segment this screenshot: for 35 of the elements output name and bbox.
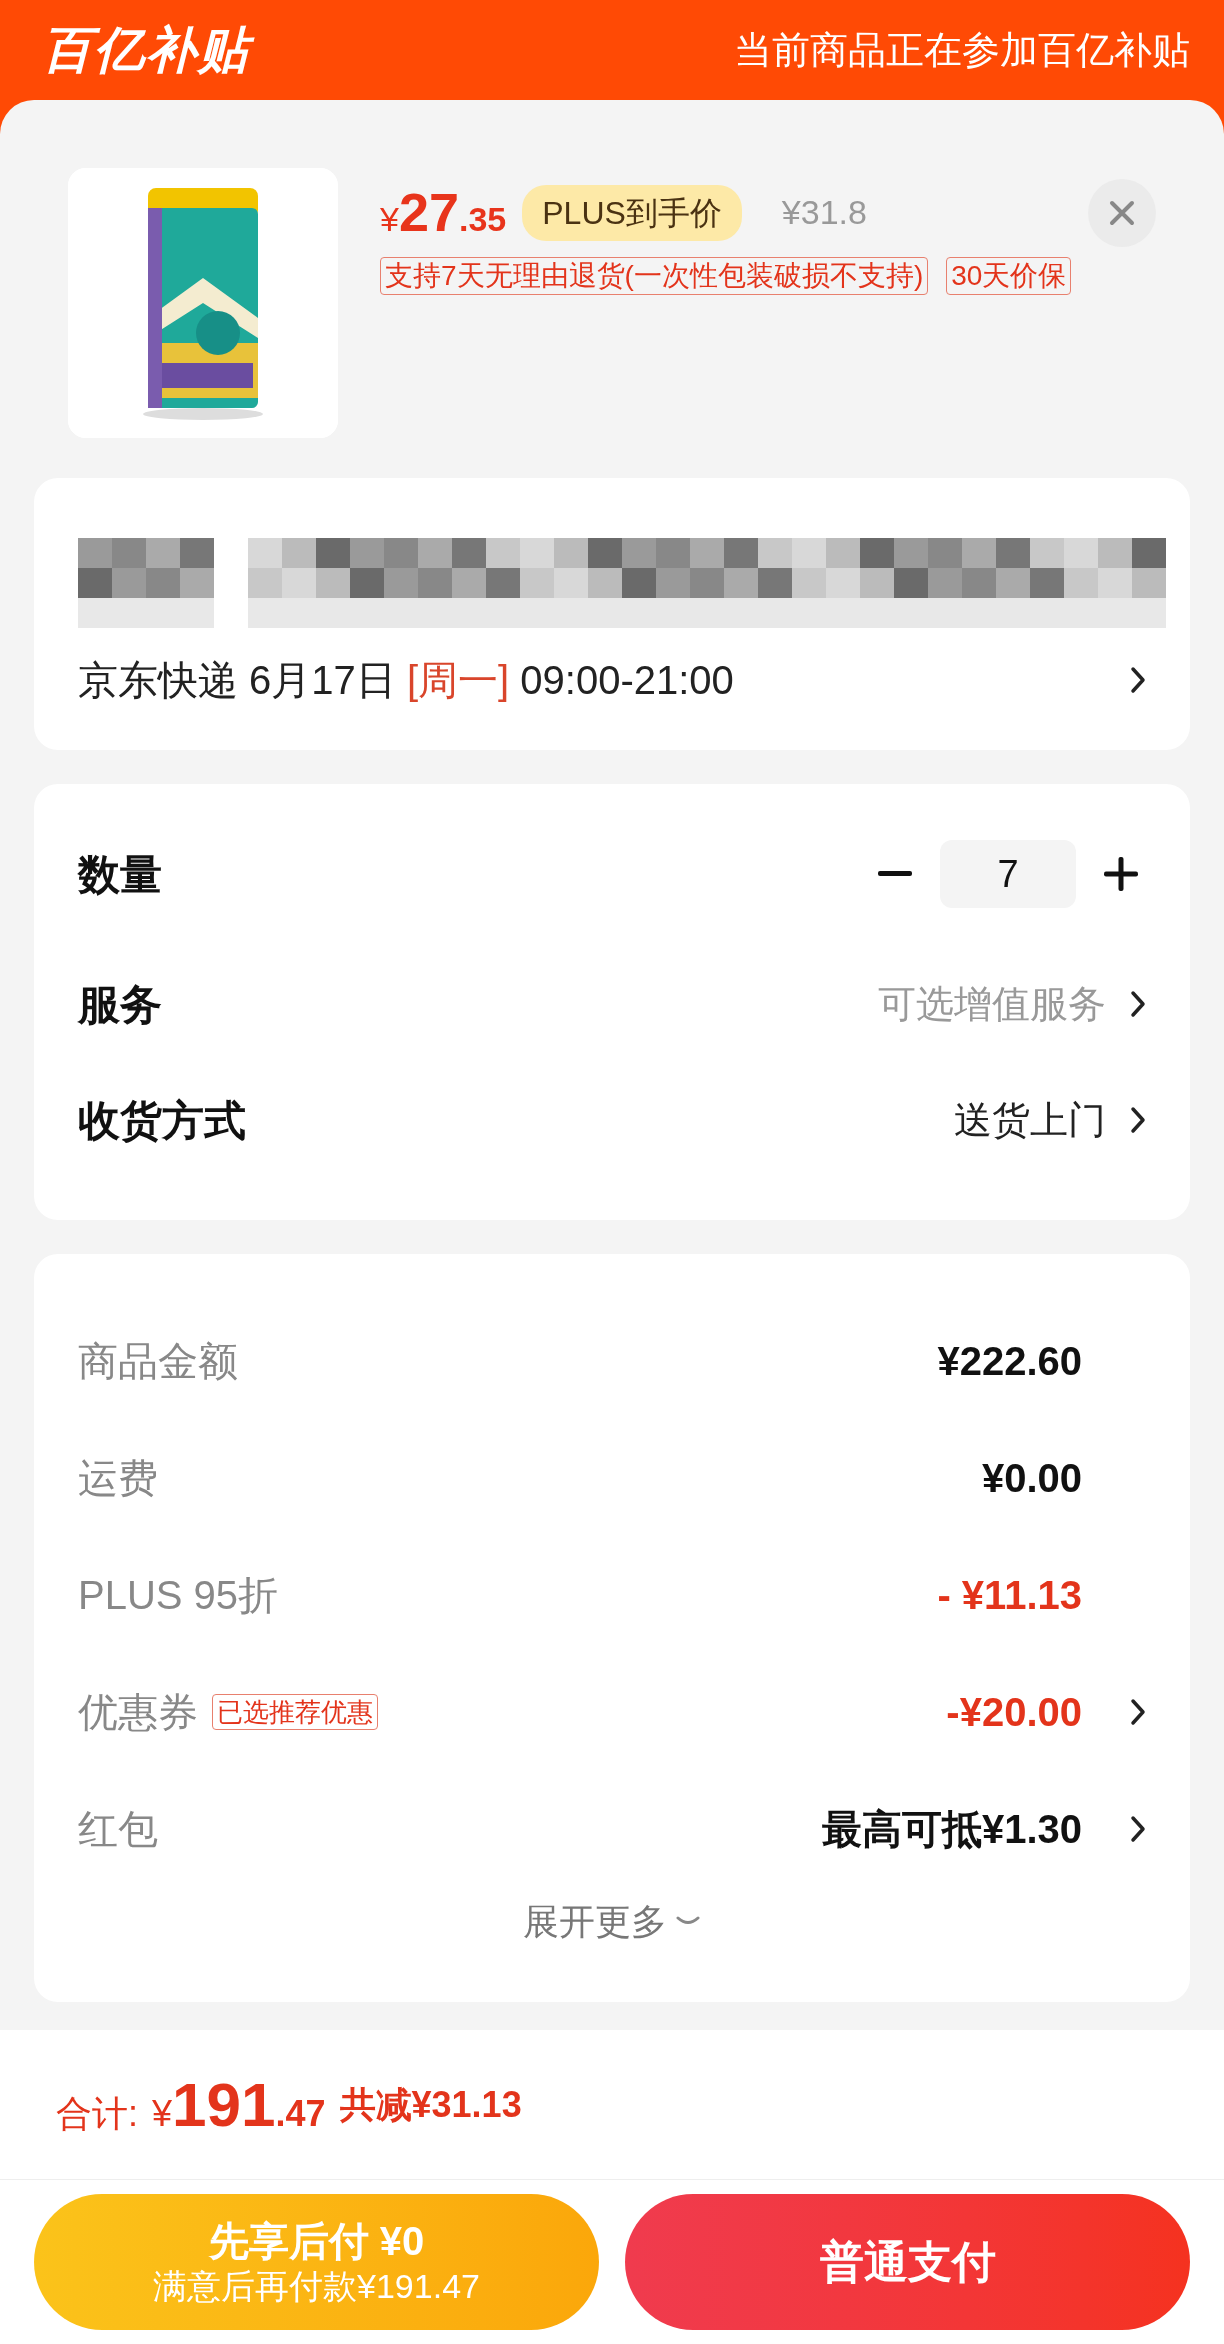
option-label: 收货方式	[78, 1095, 247, 1146]
cost-value: ¥0.00	[981, 1454, 1082, 1502]
option-value[interactable]: 可选增值服务	[878, 975, 1106, 1033]
order-total: 合计: ¥191.47	[56, 2069, 326, 2141]
expand-more-button[interactable]: 展开更多	[523, 1895, 701, 1949]
close-icon	[1109, 199, 1135, 226]
cost-value[interactable]: -¥20.00	[946, 1681, 1082, 1742]
cost-value: ¥222.60	[937, 1337, 1082, 1385]
plus-icon	[1104, 857, 1138, 891]
cost-value[interactable]: 最高可抵¥1.30	[821, 1798, 1082, 1859]
coupon-tag: 已选推荐优惠	[212, 1693, 378, 1730]
quantity-field[interactable]: 7	[940, 840, 1076, 908]
option-value[interactable]: 送货上门	[954, 1091, 1106, 1149]
chevron-right-icon	[1130, 666, 1146, 694]
cost-label: 红包	[78, 1805, 158, 1853]
cost-value: - ¥11.13	[937, 1571, 1082, 1619]
quantity-label: 数量	[78, 849, 163, 900]
cost-label: PLUS 95折	[78, 1571, 279, 1619]
minus-icon	[878, 871, 912, 877]
cost-label: 商品金额	[78, 1337, 238, 1385]
service-tag: 30天价保	[946, 257, 1072, 295]
chevron-right-icon	[1130, 1106, 1146, 1134]
option-label: 服务	[78, 979, 163, 1030]
original-price: ¥31.8	[781, 192, 867, 233]
delivery-time[interactable]: 京东快递 6月17日 [周一] 09:00-21:00	[78, 650, 1130, 710]
total-savings: 共减¥31.13	[339, 2082, 522, 2127]
pay-button[interactable]: 普通支付	[625, 2194, 1190, 2330]
chevron-right-icon	[1130, 990, 1146, 1018]
promo-notice: 当前商品正在参加百亿补贴	[734, 27, 1190, 73]
plus-price-badge: PLUS到手价	[522, 184, 742, 241]
price: ¥27.35	[380, 181, 507, 244]
cost-label: 优惠券	[78, 1688, 198, 1736]
logo: 百亿补贴	[34, 18, 258, 82]
cost-label: 运费	[78, 1454, 158, 1502]
service-tag: 支持7天无理由退货(一次性包装破损不支持)	[380, 257, 929, 295]
